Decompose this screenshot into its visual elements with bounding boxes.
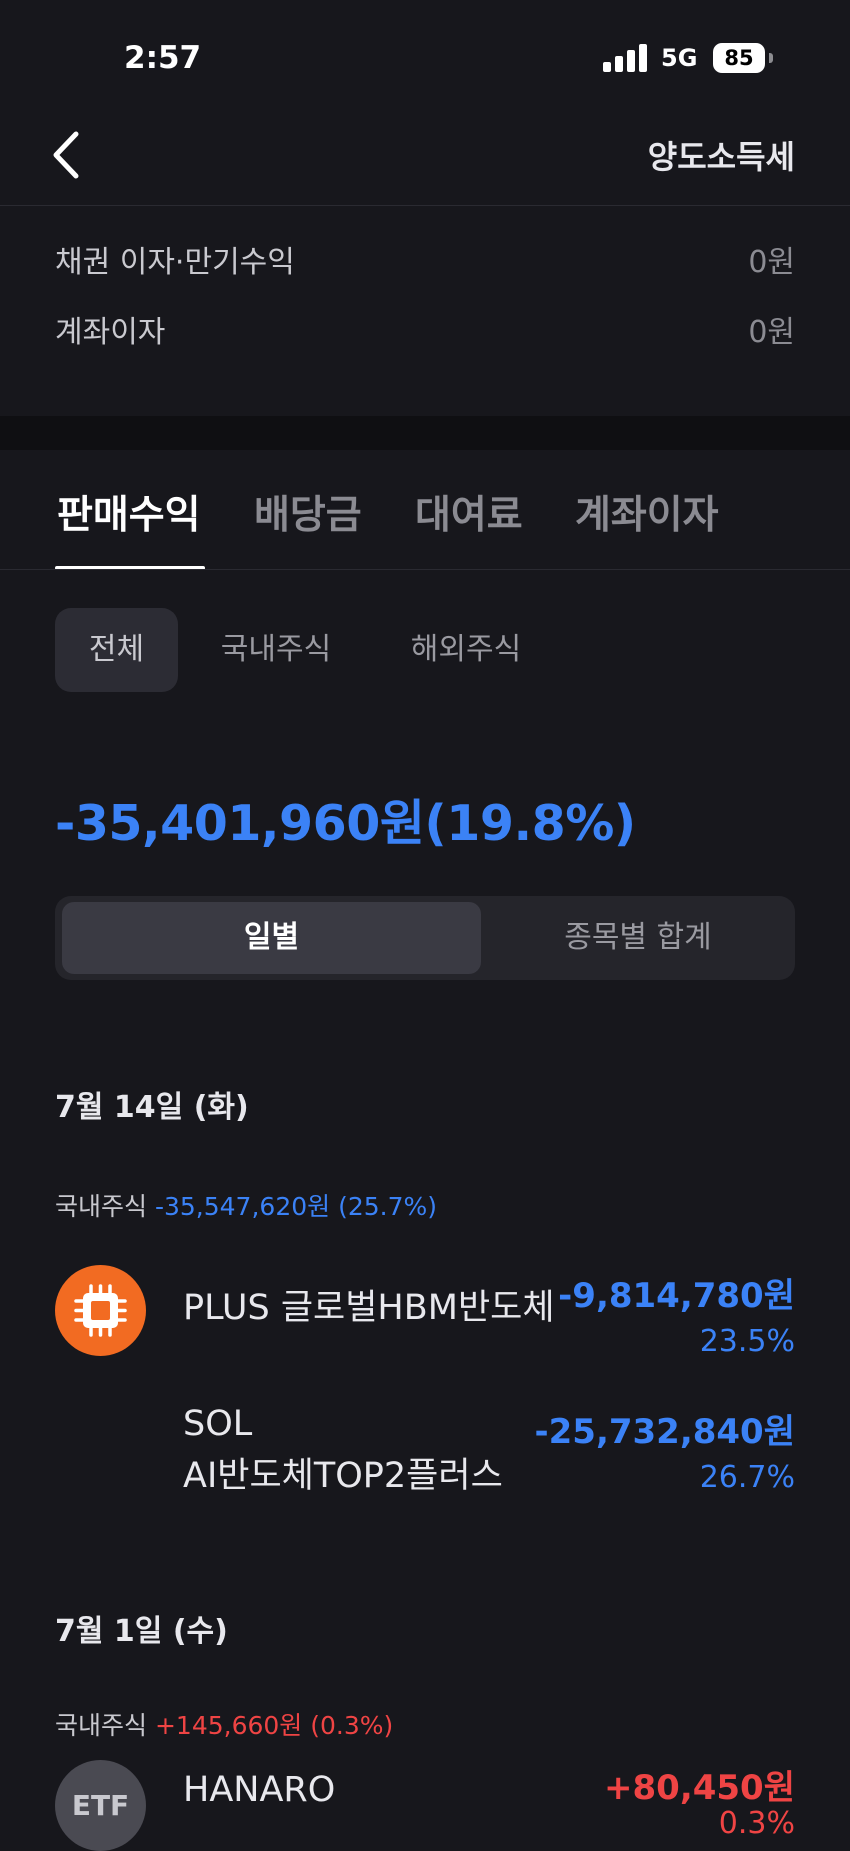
segment-by-stock[interactable]: 종목별 합계 [481, 902, 795, 974]
stock-amount: -9,814,780원 [558, 1276, 795, 1316]
total-profit: -35,401,960원(19.8%) [55, 795, 636, 852]
stock-logo: ETF [55, 1760, 146, 1851]
filter-overseas[interactable]: 해외주식 [396, 608, 536, 692]
summary-label-bond: 채권 이자·만기수익 [55, 245, 295, 280]
tabs-divider [0, 569, 850, 570]
date-header: 7월 14일 (화) [55, 1090, 249, 1125]
summary-value-account-interest: 0원 [748, 315, 795, 350]
tab-account-interest[interactable]: 계좌이자 [575, 484, 719, 540]
stock-rate: 26.7% [699, 1460, 795, 1495]
view-segmented-control: 일별 종목별 합계 [55, 896, 795, 980]
battery-tip [769, 53, 773, 63]
stock-amount: -25,732,840원 [534, 1412, 795, 1452]
stock-amount: +80,450원 [604, 1768, 795, 1808]
summary-value-bond: 0원 [748, 245, 795, 280]
group-summary: 국내주식 +145,660원 (0.3%) [55, 1706, 393, 1742]
date-header: 7월 1일 (수) [55, 1614, 228, 1649]
stock-name[interactable]: SOL AI반도체TOP2플러스 [183, 1398, 503, 1502]
stock-name-line2: AI반도체TOP2플러스 [183, 1456, 503, 1496]
stock-name[interactable]: HANARO [183, 1764, 335, 1816]
filter-domestic[interactable]: 국내주식 [206, 608, 346, 692]
tab-sales-profit[interactable]: 판매수익 [57, 484, 201, 540]
chevron-left-icon [53, 131, 79, 179]
header-divider [0, 205, 850, 206]
section-separator [0, 416, 850, 450]
stock-logo [55, 1265, 146, 1356]
group-value: +145,660원 (0.3%) [154, 1711, 394, 1740]
group-label: 국내주식 [55, 1192, 148, 1221]
page-title: 양도소득세 [647, 138, 795, 176]
group-value: -35,547,620원 (25.7%) [154, 1192, 438, 1221]
stock-name[interactable]: PLUS 글로벌HBM반도체 [183, 1282, 555, 1334]
stock-rate: 23.5% [699, 1324, 795, 1359]
etf-icon: ETF [71, 1789, 130, 1822]
tab-dividend[interactable]: 배당금 [254, 484, 362, 540]
signal-icon [603, 44, 647, 72]
back-button[interactable] [46, 128, 86, 182]
stock-rate: 0.3% [718, 1806, 795, 1841]
status-time: 2:57 [124, 40, 202, 76]
summary-label-account-interest: 계좌이자 [55, 315, 166, 350]
stock-name-line1: SOL [183, 1404, 253, 1444]
chip-icon [74, 1284, 127, 1337]
battery-icon: 85 [713, 43, 765, 73]
network-label: 5G [661, 44, 698, 72]
group-summary: 국내주식 -35,547,620원 (25.7%) [55, 1187, 437, 1223]
segment-daily[interactable]: 일별 [62, 902, 481, 974]
tab-lending-fee[interactable]: 대여료 [415, 484, 523, 540]
filter-all[interactable]: 전체 [55, 608, 178, 692]
group-label: 국내주식 [55, 1711, 148, 1740]
